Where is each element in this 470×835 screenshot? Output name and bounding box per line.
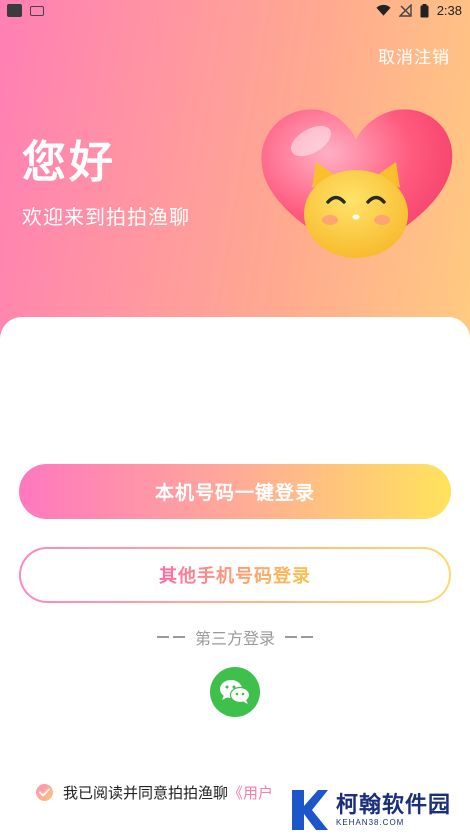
agreement-row: 我已阅读并同意拍拍渔聊《用户 [36, 780, 273, 804]
one-click-login-button[interactable]: 本机号码一键登录 [19, 464, 451, 519]
app-icon-2 [30, 5, 44, 16]
other-phone-login-inner: 其他手机号码登录 [21, 549, 449, 601]
wechat-login-button[interactable] [210, 667, 260, 717]
status-time: 2:38 [436, 3, 462, 18]
watermark-name: 柯翰软件园 [336, 792, 452, 818]
greeting-subtitle: 欢迎来到拍拍渔聊 [22, 205, 190, 229]
third-party-label: 第三方登录 [194, 629, 275, 648]
greeting-title: 您好 [22, 137, 116, 188]
watermark-url: KEHAN38.COM [336, 817, 405, 827]
checkmark-icon [39, 788, 50, 796]
heart-cat-mascot-icon [261, 109, 453, 258]
agreement-text: 我已阅读并同意拍拍渔聊《用户 [63, 782, 273, 803]
divider-left [156, 636, 185, 638]
agreement-prefix: 我已阅读并同意拍拍渔聊 [63, 783, 229, 802]
wechat-icon [220, 680, 251, 704]
status-bar-right: 2:38 [376, 3, 462, 18]
user-agreement-link[interactable]: 《用户 [228, 784, 273, 802]
agreement-checkbox[interactable] [36, 783, 53, 801]
divider-right [285, 636, 313, 638]
app-icon [7, 4, 22, 17]
third-party-divider: 第三方登录 [0, 625, 470, 649]
watermark: 柯翰软件园 KEHAN38.COM [290, 786, 460, 834]
cancel-deregistration-link[interactable]: 取消注销 [378, 43, 450, 68]
watermark-logo-icon [292, 790, 328, 830]
watermark-text: 柯翰软件园 KEHAN38.COM [336, 792, 452, 827]
wifi-icon [376, 4, 391, 16]
status-bar-left [7, 4, 44, 17]
battery-icon [420, 3, 429, 17]
status-bar: 2:38 [0, 0, 470, 22]
other-phone-login-label: 其他手机号码登录 [159, 562, 311, 588]
no-signal-icon [398, 4, 412, 17]
other-phone-login-button[interactable]: 其他手机号码登录 [19, 547, 451, 603]
